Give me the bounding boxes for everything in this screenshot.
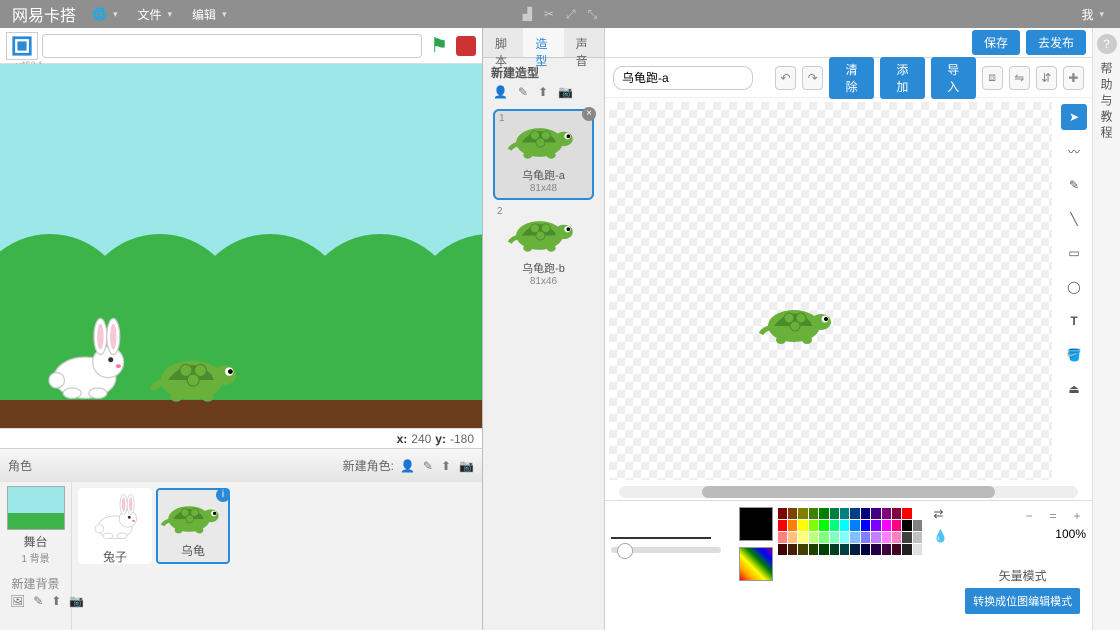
help-icon[interactable]: ? xyxy=(1097,34,1117,54)
brand: 网易卡搭 xyxy=(6,2,82,26)
grow-icon[interactable]: ⤢ xyxy=(566,7,576,22)
camera-icon[interactable]: 📷 xyxy=(459,459,474,473)
bg-library-icon[interactable]: 🖼 xyxy=(10,594,25,608)
paint-icon[interactable]: ✎ xyxy=(423,459,433,473)
tab-sound[interactable]: 声音 xyxy=(564,28,604,57)
cut-icon[interactable]: ✂ xyxy=(544,7,554,22)
convert-mode-button[interactable]: 转换成位图编辑模式 xyxy=(965,588,1080,614)
green-flag-icon[interactable]: ⚑ xyxy=(426,33,452,58)
reshape-tool[interactable]: 〰 xyxy=(1061,138,1087,164)
fullscreen-button[interactable] xyxy=(6,32,38,60)
add-button[interactable]: 添加 xyxy=(880,57,925,99)
publish-button[interactable]: 去发布 xyxy=(1026,30,1086,55)
stage-thumb[interactable]: 舞台 1 背景 新建背景 🖼 ✎ ⬆ 📷 xyxy=(0,482,72,630)
clear-button[interactable]: 清除 xyxy=(829,57,874,99)
fill-tool[interactable]: 🪣 xyxy=(1061,342,1087,368)
zoom-in-icon[interactable]: + xyxy=(1068,507,1086,525)
project-title-input[interactable] xyxy=(42,34,422,58)
flip-v-icon[interactable]: ⇵ xyxy=(1036,66,1057,90)
help-sidebar[interactable]: ? 帮助与教程 xyxy=(1092,28,1120,630)
bg-upload-icon[interactable]: ⬆ xyxy=(51,594,61,608)
paint-canvas[interactable] xyxy=(609,102,1052,480)
color-picker-icon[interactable] xyxy=(739,547,773,581)
topbar: 网易卡搭 🌐 文件 编辑 ▟ ✂ ⤢ ⤡ 我 xyxy=(0,0,1120,28)
sprite-thumb-rabbit[interactable]: 兔子 xyxy=(78,488,152,564)
line-width-preview xyxy=(611,537,711,539)
bg-paint-icon[interactable]: ✎ xyxy=(33,594,43,608)
crop-icon[interactable]: ⧈ xyxy=(982,66,1003,90)
costume-upload-icon[interactable]: ⬆ xyxy=(538,85,548,99)
import-button[interactable]: 导入 xyxy=(931,57,976,99)
stop-button[interactable] xyxy=(456,36,476,56)
file-menu[interactable]: 文件 xyxy=(128,6,183,23)
new-sprite-label: 新建角色: xyxy=(343,457,394,474)
costume-1[interactable]: 1 × 乌龟跑-a 81x48 xyxy=(493,109,594,200)
sprites-label: 角色 xyxy=(8,457,32,474)
line-width-slider[interactable] xyxy=(611,547,721,553)
vector-mode-label: 矢量模式 xyxy=(959,567,1086,584)
tabs: 脚本 造型 声音 xyxy=(483,28,604,58)
sprite-rabbit[interactable] xyxy=(30,316,140,406)
eyedropper-icon[interactable]: 💧 xyxy=(933,529,949,545)
tab-costume[interactable]: 造型 xyxy=(523,28,563,57)
costume-library-icon[interactable]: 👤 xyxy=(493,85,508,99)
info-badge[interactable]: i xyxy=(216,488,230,502)
stamp-icon[interactable]: ▟ xyxy=(523,7,532,22)
center-icon[interactable]: ✚ xyxy=(1063,66,1084,90)
h-scrollbar[interactable] xyxy=(619,486,1078,498)
costume-camera-icon[interactable]: 📷 xyxy=(558,85,573,99)
close-icon[interactable]: × xyxy=(582,107,596,121)
sprite-thumb-turtle[interactable]: i 乌龟 xyxy=(156,488,230,564)
globe-menu[interactable]: 🌐 xyxy=(82,7,127,21)
zoom-out-icon[interactable]: − xyxy=(1020,507,1038,525)
primary-color[interactable] xyxy=(739,507,773,541)
costume-name-input[interactable] xyxy=(613,66,753,90)
undo-button[interactable]: ↶ xyxy=(775,66,796,90)
sprite-turtle[interactable] xyxy=(150,344,246,404)
costume-2[interactable]: 2 乌龟跑-b 81x46 xyxy=(493,204,594,291)
swap-colors-icon[interactable]: ⇄ xyxy=(933,507,949,523)
oval-tool[interactable]: ◯ xyxy=(1061,274,1087,300)
zoom-reset-icon[interactable]: = xyxy=(1044,507,1062,525)
select-tool[interactable]: ➤ xyxy=(1061,104,1087,130)
tab-script[interactable]: 脚本 xyxy=(483,28,523,57)
stage[interactable] xyxy=(0,64,482,428)
zoom-value: 100% xyxy=(959,527,1086,541)
upload-icon[interactable]: ⬆ xyxy=(441,459,451,473)
shrink-icon[interactable]: ⤡ xyxy=(588,7,598,22)
stage-status: x:240 y:-180 xyxy=(0,428,482,448)
line-tool[interactable]: ╲ xyxy=(1061,206,1087,232)
save-button[interactable]: 保存 xyxy=(972,30,1020,55)
rect-tool[interactable]: ▭ xyxy=(1061,240,1087,266)
paint-tools: ➤ 〰 ✎ ╲ ▭ ◯ T 🪣 ⏏ xyxy=(1056,98,1092,480)
user-menu[interactable]: 我 xyxy=(1071,6,1114,23)
stage-toolbar: ⚑ xyxy=(0,28,482,64)
redo-button[interactable]: ↷ xyxy=(802,66,823,90)
costume-paint-icon[interactable]: ✎ xyxy=(518,85,528,99)
text-tool[interactable]: T xyxy=(1061,308,1087,334)
edit-menu[interactable]: 编辑 xyxy=(182,6,237,23)
pen-tool[interactable]: ✎ xyxy=(1061,172,1087,198)
flip-h-icon[interactable]: ⇋ xyxy=(1009,66,1030,90)
toolbar-center: ▟ ✂ ⤢ ⤡ xyxy=(523,7,598,22)
stamp-tool[interactable]: ⏏ xyxy=(1061,376,1087,402)
color-palette[interactable] xyxy=(777,507,924,556)
library-icon[interactable]: 👤 xyxy=(400,459,415,473)
